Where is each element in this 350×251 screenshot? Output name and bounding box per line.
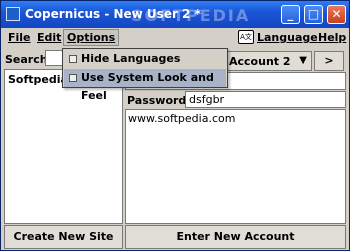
menu-options[interactable]: Options bbox=[63, 29, 120, 46]
enter-new-account-button[interactable]: Enter New Account bbox=[125, 225, 346, 249]
account-select[interactable]: Account 2 ▼ bbox=[224, 51, 312, 71]
menu-language[interactable]: Language bbox=[257, 31, 318, 44]
notes-area[interactable]: www.softpedia.com bbox=[125, 109, 346, 224]
menu-item-system-look-and-feel[interactable]: Use System Look and Feel bbox=[64, 69, 226, 102]
options-dropdown: Hide Languages Use System Look and Feel bbox=[62, 48, 228, 102]
title-bar[interactable]: Copernicus - New User 2 * SOFTPEDIA _ □ … bbox=[1, 1, 349, 28]
menu-item-label: Hide Languages bbox=[81, 52, 181, 65]
minimize-button[interactable]: _ bbox=[281, 5, 300, 24]
menu-help[interactable]: Help bbox=[318, 31, 346, 44]
list-item[interactable]: Softpedia bbox=[8, 73, 68, 86]
menu-file[interactable]: File bbox=[8, 31, 31, 44]
create-new-site-button[interactable]: Create New Site bbox=[4, 225, 123, 249]
app-window: Copernicus - New User 2 * SOFTPEDIA _ □ … bbox=[0, 0, 350, 251]
app-icon bbox=[6, 7, 20, 21]
close-button[interactable]: ✕ bbox=[327, 5, 346, 24]
menu-bar: File Edit Options A文 Language Help bbox=[1, 28, 349, 48]
search-input[interactable] bbox=[45, 50, 63, 66]
language-icon: A文 bbox=[238, 30, 254, 44]
account-select-value: Account 2 bbox=[229, 55, 291, 68]
menu-edit[interactable]: Edit bbox=[37, 31, 61, 44]
maximize-button[interactable]: □ bbox=[304, 5, 323, 24]
window-title: Copernicus - New User 2 * bbox=[25, 7, 201, 21]
menu-item-hide-languages[interactable]: Hide Languages bbox=[64, 50, 226, 68]
checkbox-icon[interactable] bbox=[69, 74, 77, 82]
menu-item-label: Use System Look and Feel bbox=[81, 71, 214, 102]
notes-text: www.softpedia.com bbox=[128, 112, 236, 125]
next-account-button[interactable]: > bbox=[314, 51, 344, 71]
checkbox-icon[interactable] bbox=[69, 55, 77, 63]
chevron-down-icon: ▼ bbox=[299, 55, 307, 66]
